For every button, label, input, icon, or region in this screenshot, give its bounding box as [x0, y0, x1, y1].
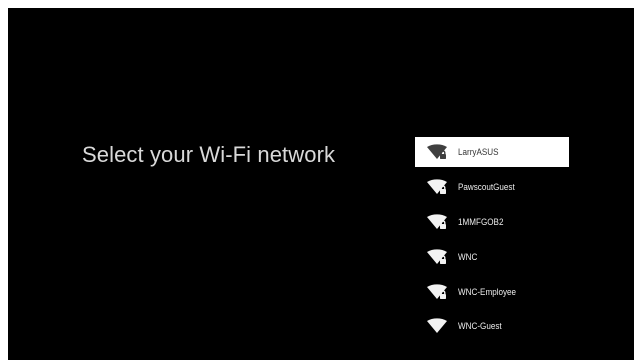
network-item-pawscoutguest[interactable]: PawscoutGuest — [415, 172, 569, 202]
network-list: LarryASUS PawscoutGuest 1MMFGOB2 WNC WNC… — [415, 137, 569, 346]
network-name: LarryASUS — [458, 147, 499, 157]
wifi-lock-icon — [427, 179, 447, 194]
network-item-1mmfgob2[interactable]: 1MMFGOB2 — [415, 207, 569, 237]
wifi-icon — [427, 318, 447, 334]
network-item-wnc-employee[interactable]: WNC-Employee — [415, 277, 569, 307]
network-name: PawscoutGuest — [458, 181, 515, 192]
page-title: Select your Wi-Fi network — [82, 142, 336, 167]
network-item-wnc[interactable]: WNC — [415, 242, 569, 272]
wifi-setup-screen: Select your Wi-Fi network LarryASUS Paws… — [8, 8, 634, 360]
wifi-lock-icon — [427, 249, 447, 264]
network-name: WNC-Employee — [458, 286, 517, 297]
network-name: 1MMFGOB2 — [458, 216, 504, 227]
network-name: WNC — [458, 251, 478, 262]
network-name: WNC-Guest — [458, 321, 502, 332]
wifi-lock-icon — [427, 144, 447, 159]
network-item-larryasus[interactable]: LarryASUS — [415, 137, 569, 167]
wifi-lock-icon — [427, 214, 447, 229]
network-item-wnc-guest[interactable]: WNC-Guest — [415, 311, 569, 341]
wifi-lock-icon — [427, 283, 447, 299]
